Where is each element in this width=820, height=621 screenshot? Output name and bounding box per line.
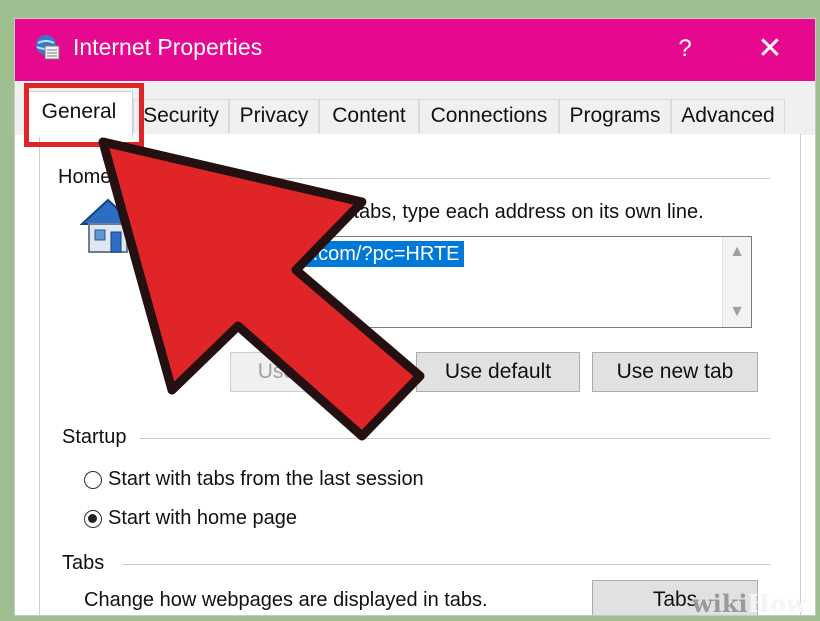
tab-privacy[interactable]: Privacy bbox=[229, 99, 319, 133]
use-default-button[interactable]: Use default bbox=[416, 352, 580, 392]
tab-advanced[interactable]: Advanced bbox=[671, 99, 785, 133]
startup-group-label: Startup bbox=[62, 426, 133, 449]
startup-option-last-session[interactable]: Start with tabs from the last session bbox=[84, 468, 424, 498]
help-button[interactable]: ? bbox=[665, 29, 705, 69]
dialog-window: Internet Properties ? ✕ General Security… bbox=[14, 18, 816, 616]
tabs-group-divider bbox=[122, 564, 770, 565]
close-button[interactable]: ✕ bbox=[745, 27, 795, 71]
home-page-url-textarea[interactable]: http://www.msn.com/?pc=HRTE ▲ ▼ bbox=[168, 236, 752, 328]
title-bar: Internet Properties ? ✕ bbox=[15, 19, 815, 81]
tab-content[interactable]: Content bbox=[319, 99, 419, 133]
internet-options-icon bbox=[36, 35, 60, 60]
radio-button-checked[interactable] bbox=[84, 509, 102, 528]
scroll-down-icon[interactable]: ▼ bbox=[723, 303, 751, 321]
startup-option-label: Start with home page bbox=[108, 507, 297, 529]
home-page-instructions: To create home page tabs, type each addr… bbox=[160, 201, 704, 223]
home-group-divider bbox=[80, 178, 770, 179]
home-page-icon bbox=[80, 198, 136, 253]
home-page-group-label: Home page bbox=[58, 166, 168, 189]
use-new-tab-button[interactable]: Use new tab bbox=[592, 352, 758, 392]
wikihow-watermark: wikiHow bbox=[692, 589, 807, 618]
window-title: Internet Properties bbox=[73, 34, 263, 60]
tab-programs[interactable]: Programs bbox=[559, 99, 671, 133]
radio-button[interactable] bbox=[84, 470, 102, 489]
scroll-up-icon[interactable]: ▲ bbox=[723, 243, 751, 261]
tab-security[interactable]: Security bbox=[133, 99, 229, 133]
tabs-group-label: Tabs bbox=[62, 552, 111, 575]
tab-connections[interactable]: Connections bbox=[419, 99, 559, 133]
general-tab-highlight-box bbox=[24, 83, 144, 147]
url-scrollbar[interactable]: ▲ ▼ bbox=[722, 237, 751, 327]
startup-option-label: Start with tabs from the last session bbox=[108, 468, 424, 490]
home-page-url-value[interactable]: http://www.msn.com/?pc=HRTE bbox=[173, 241, 464, 267]
general-tab-panel: Home page To create home page tabs, type… bbox=[39, 134, 801, 615]
tabs-description: Change how webpages are displayed in tab… bbox=[84, 589, 488, 611]
use-current-button[interactable]: Use current bbox=[230, 352, 394, 392]
startup-group-divider bbox=[140, 438, 770, 439]
startup-option-home-page[interactable]: Start with home page bbox=[84, 507, 297, 537]
